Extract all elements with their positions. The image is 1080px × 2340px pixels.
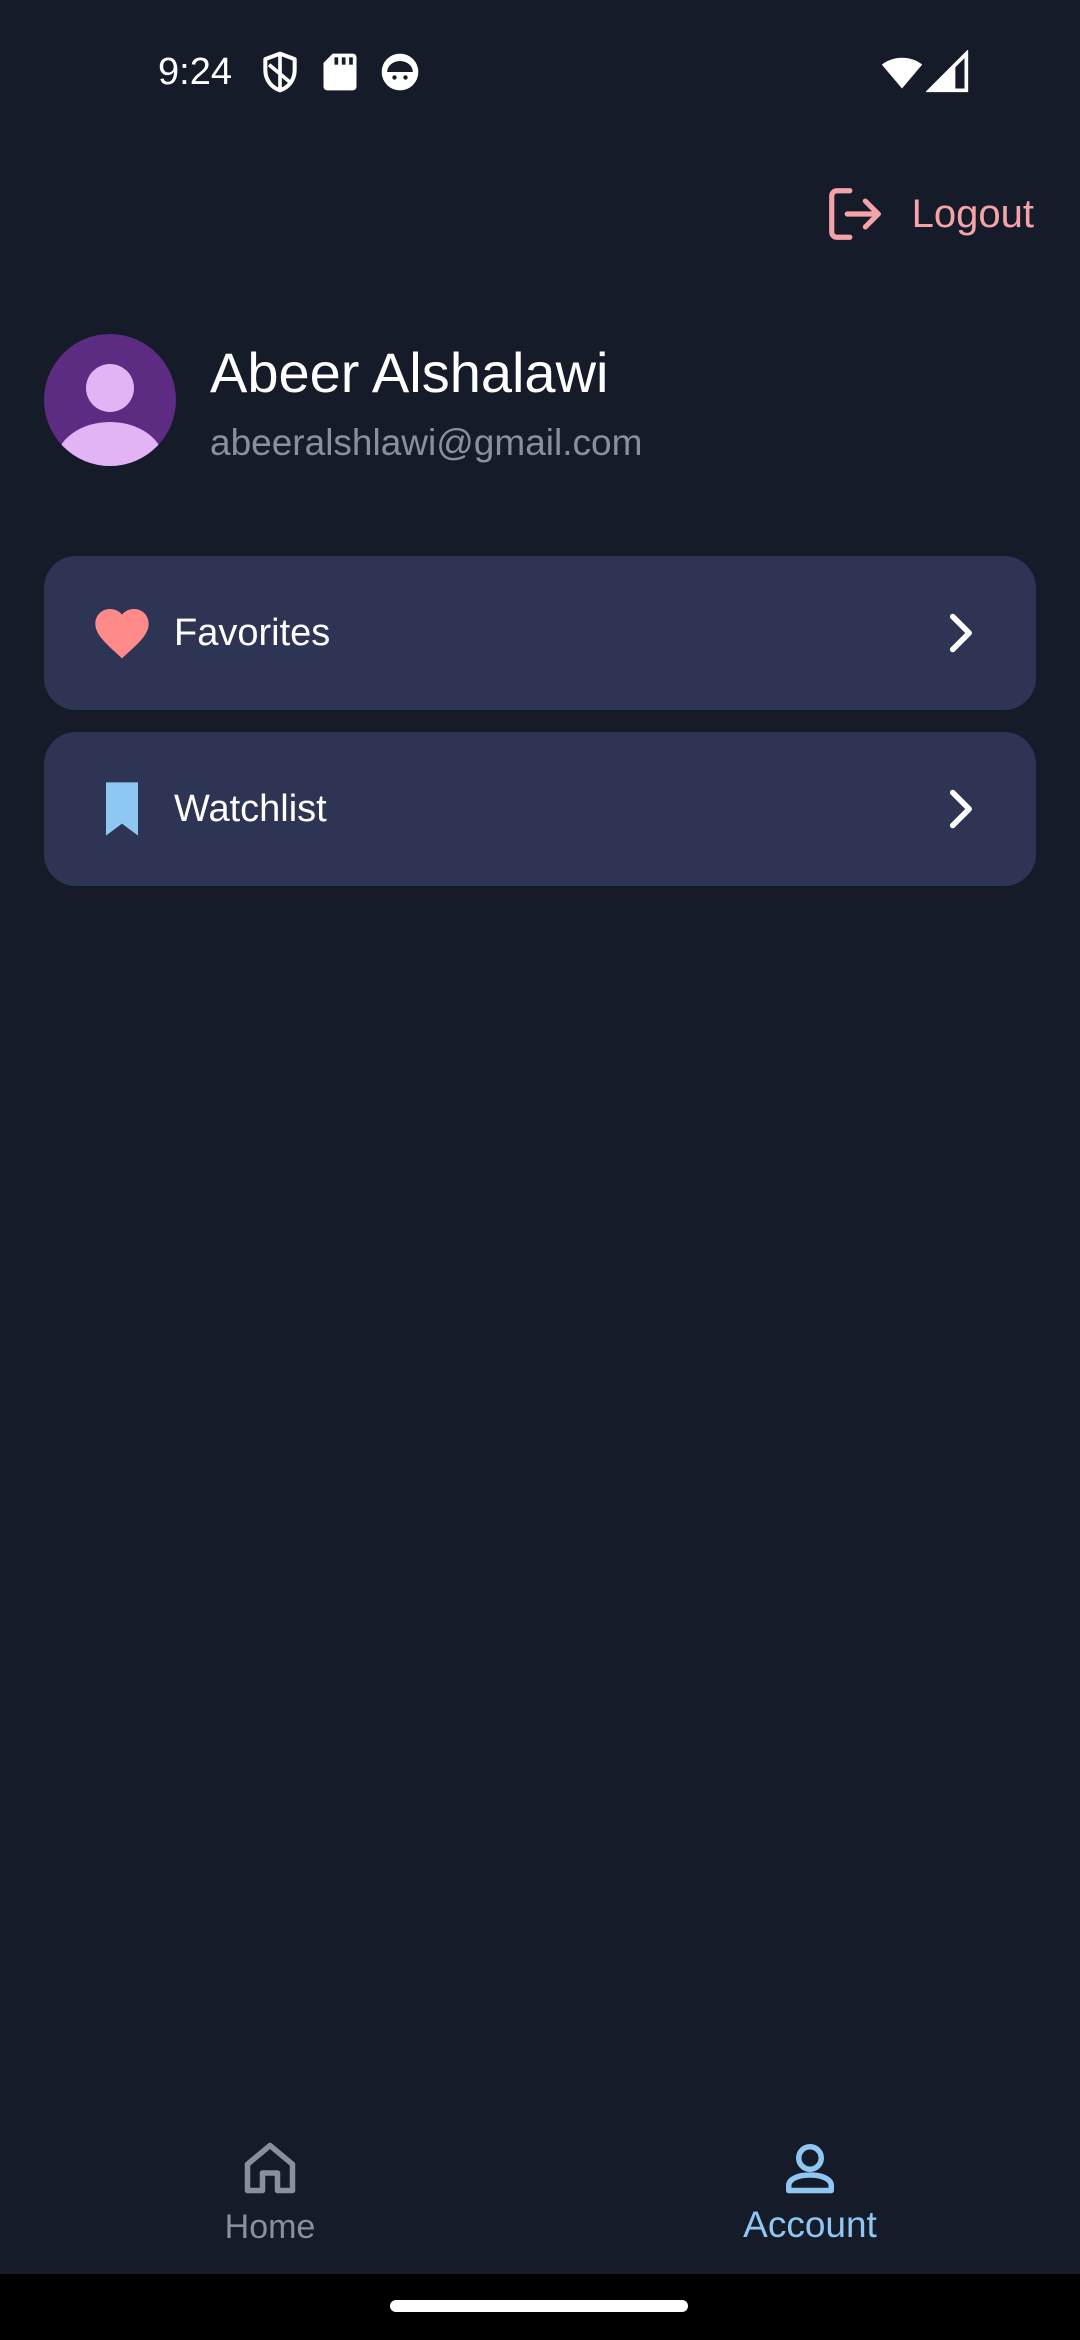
nav-account[interactable]: Account xyxy=(540,2102,1080,2274)
chevron-right-icon xyxy=(938,787,982,831)
nav-home[interactable]: Home xyxy=(0,2102,540,2274)
shield-icon xyxy=(258,50,302,94)
gesture-handle[interactable] xyxy=(390,2300,688,2312)
profile-name: Abeer Alshalawi xyxy=(210,341,609,404)
sd-card-icon xyxy=(318,50,362,94)
avatar xyxy=(44,334,176,466)
logout-label: Logout xyxy=(911,192,1034,236)
chevron-right-icon xyxy=(938,611,982,655)
favorites-item[interactable]: Favorites xyxy=(44,556,1036,710)
home-icon xyxy=(240,2138,300,2198)
heart-icon xyxy=(90,601,154,665)
person-icon xyxy=(56,364,164,466)
logout-icon xyxy=(824,183,886,245)
signal-icon xyxy=(926,50,970,94)
watchlist-item[interactable]: Watchlist xyxy=(44,732,1036,886)
status-time: 9:24 xyxy=(158,51,232,93)
profile-email: abeeralshlawi@gmail.com xyxy=(210,422,643,463)
watchlist-label: Watchlist xyxy=(174,787,327,830)
face-icon xyxy=(378,50,422,94)
nav-account-label: Account xyxy=(743,2204,877,2245)
logout-button[interactable]: Logout xyxy=(824,182,1034,246)
nav-home-label: Home xyxy=(224,2208,316,2246)
favorites-label: Favorites xyxy=(174,611,331,654)
wifi-icon xyxy=(878,50,926,94)
account-icon xyxy=(780,2138,840,2198)
bookmark-icon xyxy=(90,777,154,841)
bottom-nav: Home Account xyxy=(0,2102,1080,2274)
